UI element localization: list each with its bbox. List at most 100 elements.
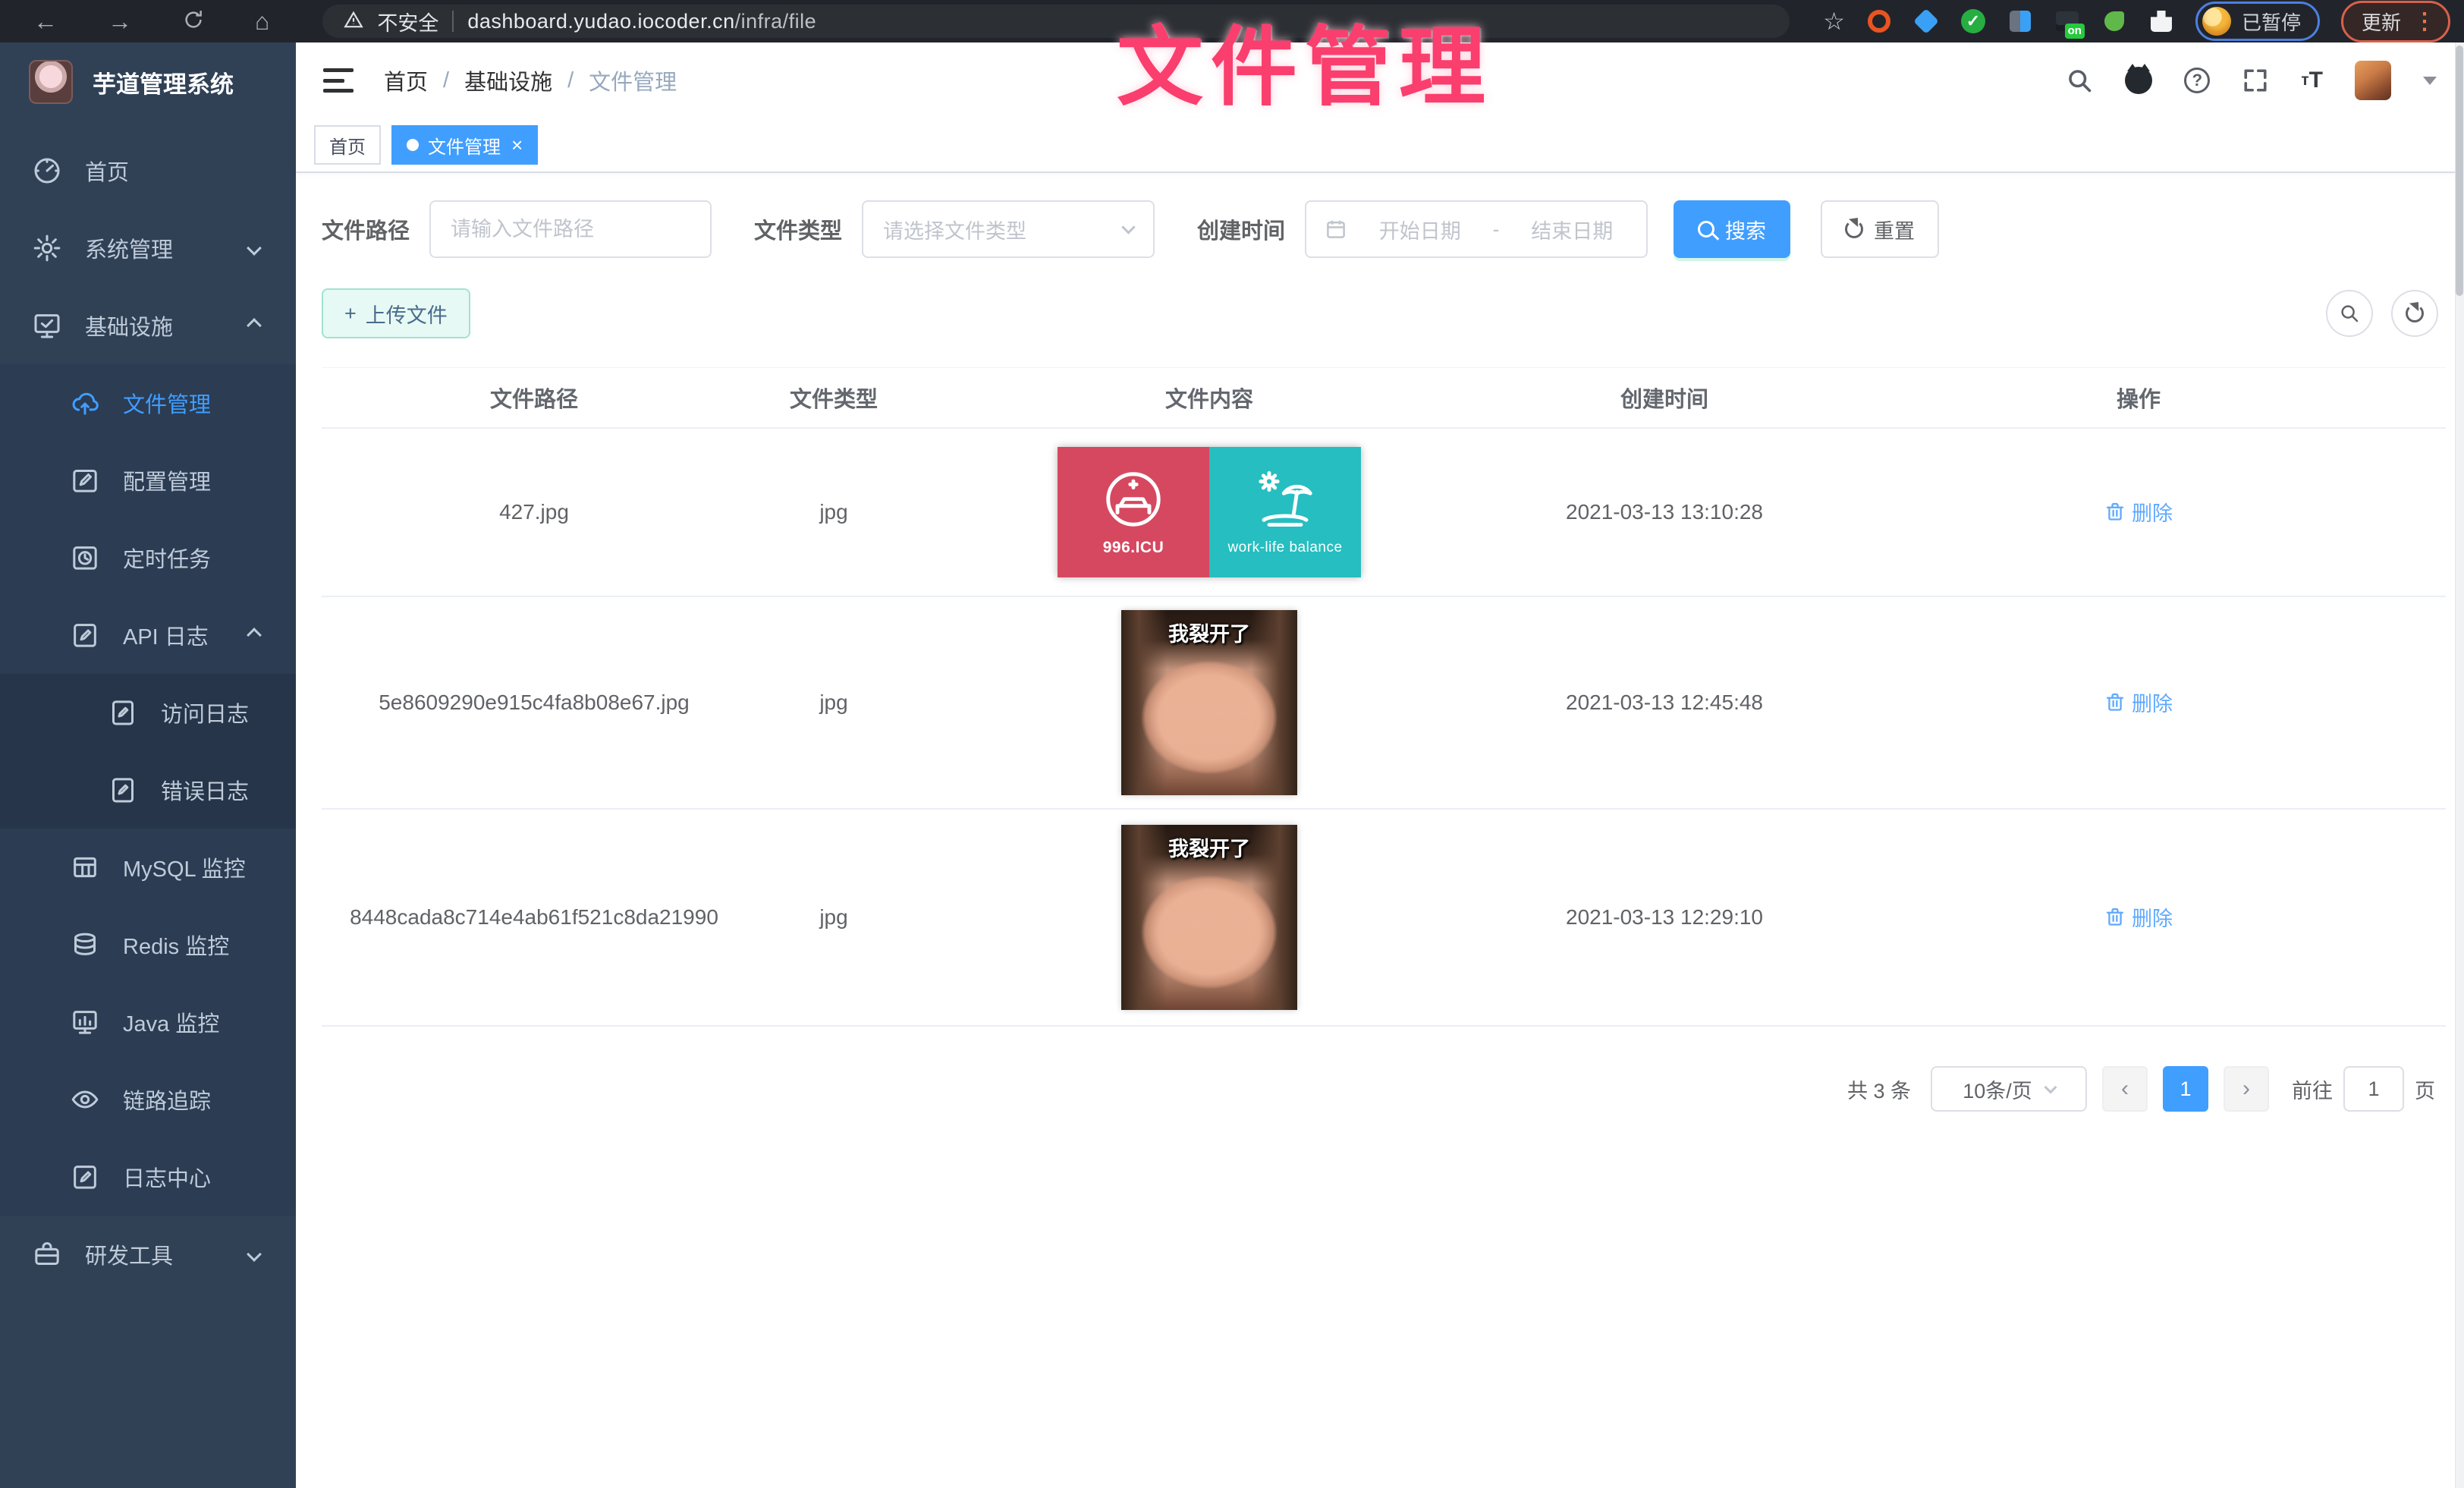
sidebar-menu: 首页 系统管理 基础设施	[0, 121, 296, 1293]
sidebar-item-log-center[interactable]: 日志中心	[0, 1138, 296, 1216]
sidebar-item-label: Java 监控	[123, 1006, 219, 1038]
tag-home[interactable]: 首页	[314, 125, 381, 165]
scrollbar[interactable]	[2455, 42, 2464, 1488]
date-range-picker[interactable]: 开始日期 - 结束日期	[1305, 200, 1648, 258]
table-row: 5e8609290e915c4fa8b08e67.jpg jpg 我裂开了 20…	[322, 597, 2446, 810]
tag-file-management[interactable]: 文件管理 ×	[391, 125, 538, 165]
app-logo[interactable]: 芋道管理系统	[0, 42, 296, 121]
security-status-label: 不安全	[377, 7, 438, 36]
sidebar-item-label: 文件管理	[123, 387, 211, 419]
file-preview-996icu-image[interactable]: 996.ICU work-life balance	[1058, 447, 1361, 577]
extension-icon[interactable]	[1913, 8, 1939, 34]
delete-button[interactable]: 删除	[2104, 902, 2173, 932]
extension-icon[interactable]: on	[2054, 8, 2080, 34]
file-type-cell: jpg	[746, 486, 921, 538]
chevron-down-icon	[1121, 220, 1135, 234]
search-icon[interactable]	[2066, 67, 2093, 94]
page-number-button[interactable]: 1	[2163, 1066, 2208, 1112]
main-area: 首页 / 基础设施 / 文件管理 ? тT 首页	[296, 42, 2464, 1488]
user-avatar[interactable]	[2355, 61, 2391, 100]
sidebar-item-dev-tools[interactable]: 研发工具	[0, 1216, 296, 1293]
next-page-button[interactable]: ›	[2224, 1066, 2269, 1112]
breadcrumb: 首页 / 基础设施 / 文件管理	[384, 64, 677, 96]
browser-update-button[interactable]: 更新 ⋮	[2341, 1, 2450, 42]
address-bar[interactable]: 不安全 dashboard.yudao.iocoder.cn/infra/fil…	[322, 5, 1790, 38]
help-icon[interactable]: ?	[2184, 68, 2210, 93]
search-button[interactable]: 搜索	[1674, 200, 1790, 258]
table-utility-buttons	[2326, 290, 2438, 337]
scrollbar-thumb[interactable]	[2456, 46, 2463, 296]
breadcrumb-item[interactable]: 首页	[384, 64, 428, 96]
gear-icon	[32, 233, 62, 263]
sidebar-item-label: 系统管理	[85, 232, 173, 264]
pagination-total: 共 3 条	[1847, 1074, 1911, 1104]
browser-home-button[interactable]: ⌂	[255, 9, 269, 33]
font-size-icon[interactable]: тT	[2301, 68, 2323, 93]
sidebar-item-label: API 日志	[123, 619, 209, 651]
github-icon[interactable]	[2125, 67, 2152, 94]
sidebar-item-scheduled-tasks[interactable]: 定时任务	[0, 519, 296, 596]
file-preview-baby-meme-image[interactable]: 我裂开了	[1121, 610, 1297, 795]
upload-file-button[interactable]: + 上传文件	[322, 288, 470, 338]
sidebar-item-java-monitor[interactable]: Java 监控	[0, 983, 296, 1061]
extension-puzzle-icon[interactable]	[2148, 8, 2174, 34]
browser-back-button[interactable]: ←	[33, 9, 58, 33]
delete-button[interactable]: 删除	[2104, 497, 2173, 527]
reset-button[interactable]: 重置	[1821, 200, 1939, 258]
extension-icon[interactable]	[2101, 8, 2127, 34]
prev-page-button[interactable]: ‹	[2102, 1066, 2148, 1112]
profile-status-label: 已暂停	[2242, 8, 2301, 36]
extension-icon[interactable]	[2007, 8, 2033, 34]
sidebar-item-home[interactable]: 首页	[0, 132, 296, 209]
calendar-icon	[1325, 218, 1347, 241]
user-menu-caret-icon[interactable]	[2423, 77, 2437, 85]
file-path-input[interactable]	[451, 218, 690, 241]
beach-umbrella-icon	[1253, 468, 1317, 532]
extension-icon[interactable]	[1866, 8, 1892, 34]
trash-icon	[2104, 501, 2126, 522]
sidebar-toggle-button[interactable]	[323, 68, 354, 93]
sidebar-item-error-logs[interactable]: 错误日志	[0, 751, 296, 829]
sidebar-item-system[interactable]: 系统管理	[0, 209, 296, 287]
goto-page: 前往 页	[2292, 1066, 2435, 1112]
bookmark-star-icon[interactable]: ☆	[1823, 7, 1845, 36]
sidebar-item-api-logs[interactable]: API 日志	[0, 596, 296, 674]
date-end-placeholder[interactable]: 结束日期	[1516, 215, 1629, 244]
breadcrumb-item-current: 文件管理	[589, 64, 677, 96]
file-preview-baby-meme-image[interactable]: 我裂开了	[1121, 825, 1297, 1010]
file-path-label: 文件路径	[322, 213, 410, 245]
badge-right-panel: work-life balance	[1209, 447, 1361, 577]
file-path-cell: 427.jpg	[322, 486, 746, 538]
logo-image	[29, 60, 73, 104]
browser-profile-button[interactable]: 已暂停	[2195, 2, 2320, 41]
date-separator: -	[1493, 218, 1500, 241]
timer-icon	[70, 543, 100, 573]
fullscreen-icon[interactable]	[2242, 67, 2269, 94]
browser-forward-button[interactable]: →	[108, 9, 132, 33]
sidebar-item-redis-monitor[interactable]: Redis 监控	[0, 906, 296, 983]
browser-reload-button[interactable]	[182, 8, 205, 35]
log-center-icon	[70, 1162, 100, 1192]
refresh-table-button[interactable]	[2391, 290, 2438, 337]
sidebar-item-file-management[interactable]: 文件管理	[0, 364, 296, 442]
sidebar-item-mysql-monitor[interactable]: MySQL 监控	[0, 829, 296, 906]
breadcrumb-item[interactable]: 基础设施	[464, 64, 552, 96]
dashboard-icon	[32, 156, 62, 186]
browser-menu-icon[interactable]: ⋮	[2413, 8, 2436, 35]
sidebar-item-infrastructure[interactable]: 基础设施	[0, 287, 296, 364]
sidebar-item-config-management[interactable]: 配置管理	[0, 442, 296, 519]
delete-button[interactable]: 删除	[2104, 687, 2173, 717]
sidebar-item-trace[interactable]: 链路追踪	[0, 1061, 296, 1138]
file-type-select[interactable]: 请选择文件类型	[862, 200, 1155, 258]
page-size-select[interactable]: 10条/页	[1931, 1066, 2087, 1112]
date-start-placeholder[interactable]: 开始日期	[1364, 215, 1476, 244]
toggle-search-button[interactable]	[2326, 290, 2373, 337]
sidebar: 芋道管理系统 首页 系统管理 基础设施	[0, 42, 296, 1488]
goto-page-input[interactable]	[2343, 1066, 2404, 1112]
extension-icon[interactable]: ✓	[1960, 8, 1986, 34]
sidebar-item-access-logs[interactable]: 访问日志	[0, 674, 296, 751]
icu-bed-icon	[1102, 467, 1165, 531]
app-header: 首页 / 基础设施 / 文件管理 ? тT	[296, 42, 2464, 118]
database-grid-icon	[70, 852, 100, 882]
tag-close-icon[interactable]: ×	[511, 135, 523, 155]
